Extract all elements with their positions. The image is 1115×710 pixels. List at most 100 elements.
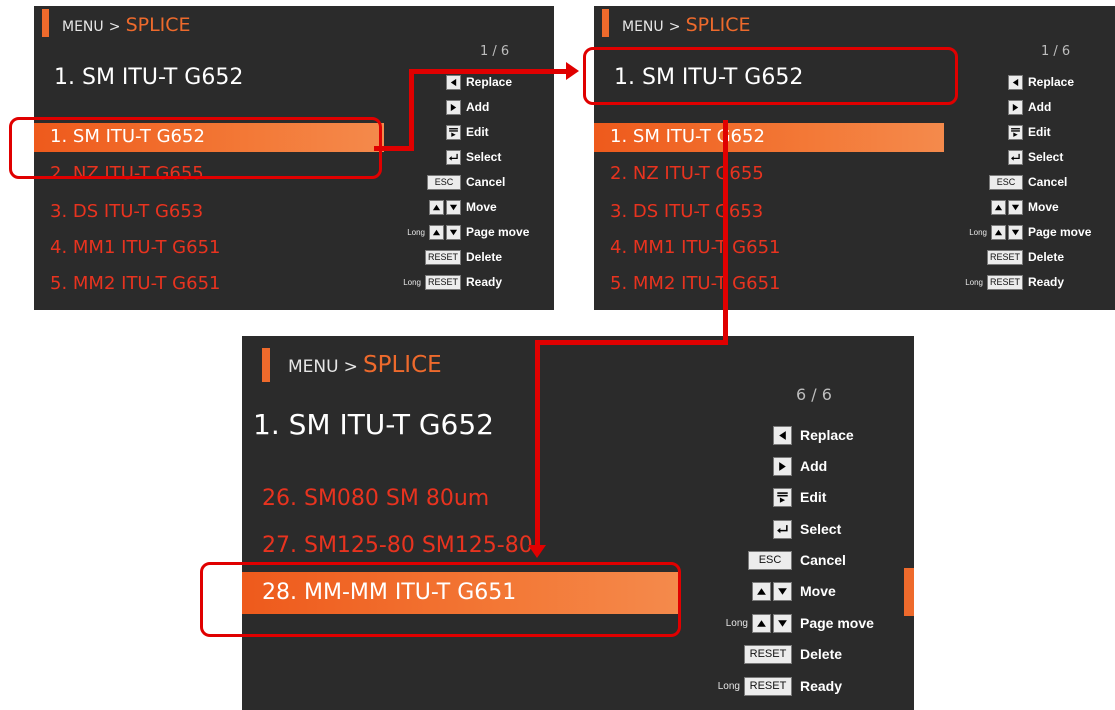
list-item-selected[interactable]: 1. SM ITU-T G652 [610,126,765,147]
help-edit: Edit [800,489,827,505]
current-splice-mode: 1. SM ITU-T G652 [253,408,494,441]
edit-key-icon [773,487,792,507]
page-indicator: 1 / 6 [1041,44,1071,59]
down-arrow-key-icon [1008,199,1023,215]
connector-line [409,69,414,151]
help-cancel: Cancel [800,552,846,568]
reset-key: RESET [987,274,1023,290]
esc-key: ESC [748,550,792,570]
breadcrumb-splice: SPLICE [685,14,751,36]
list-item[interactable]: 3. DS ITU-T G653 [50,201,203,222]
list-item[interactable]: 4. MM1 ITU-T G651 [50,237,220,258]
help-select: Select [800,521,842,537]
connector-line [374,146,414,151]
breadcrumb-menu[interactable]: MENU [288,357,339,377]
screen-splice-list-3: MENU > SPLICE 6 / 6 1. SM ITU-T G652 26.… [242,336,914,710]
arrow-head-icon [566,62,579,80]
breadcrumb-menu[interactable]: MENU [622,19,664,35]
list-item[interactable]: 4. MM1 ITU-T G651 [610,237,780,258]
arrow-head-icon [528,545,546,558]
up-arrow-key-icon [429,224,444,240]
highlight-box-new-selection [200,562,681,637]
down-arrow-key-icon [446,199,461,215]
help-page-move: Page move [800,615,874,631]
left-arrow-key-icon [773,425,792,445]
help-page-move: Page move [1028,225,1092,239]
current-splice-mode: 1. SM ITU-T G652 [54,65,244,90]
key-help-panel: Replace Add Edit Select ESC Cancel Move … [951,72,1115,302]
long-press-label: Long [969,227,987,237]
breadcrumb-menu[interactable]: MENU [62,19,104,35]
highlight-box-selected-item [9,117,382,179]
header-accent-bar [42,9,49,37]
list-item[interactable]: 27. SM125-80 SM125-80 [262,533,533,558]
connector-line [535,340,728,345]
breadcrumb-separator: > [108,19,121,35]
right-arrow-key-icon [773,456,792,476]
help-delete: Delete [466,250,503,264]
help-add: Add [466,100,490,114]
list-item[interactable]: 2. NZ ITU-T G655 [610,163,764,184]
help-add: Add [1028,100,1052,114]
up-arrow-key-icon [429,199,444,215]
help-cancel: Cancel [1028,175,1068,189]
help-select: Select [1028,150,1064,164]
long-press-label: Long [403,277,421,287]
list-item[interactable]: 5. MM2 ITU-T G651 [610,273,780,294]
help-ready: Ready [1028,275,1065,289]
help-page-move: Page move [466,225,530,239]
breadcrumb: MENU > SPLICE [62,14,191,36]
up-arrow-key-icon [752,613,771,633]
header-accent-bar [262,348,270,382]
down-arrow-key-icon [773,613,792,633]
help-cancel: Cancel [466,175,506,189]
enter-key-icon [1008,149,1023,165]
list-item[interactable]: 3. DS ITU-T G653 [610,201,763,222]
breadcrumb: MENU > SPLICE [288,352,442,378]
reset-key: RESET [744,644,792,664]
help-replace: Replace [466,75,513,89]
breadcrumb-splice: SPLICE [363,352,442,378]
help-edit: Edit [466,125,489,139]
left-arrow-key-icon [446,74,461,90]
header-accent-bar [602,9,609,37]
esc-key: ESC [427,174,461,190]
help-add: Add [800,458,828,474]
help-move: Move [1028,200,1059,214]
long-press-label: Long [717,680,740,692]
list-item[interactable]: 26. SM080 SM 80um [262,486,489,511]
connector-line [409,69,567,74]
up-arrow-key-icon [991,224,1006,240]
help-move: Move [466,200,497,214]
reset-key: RESET [425,249,461,265]
help-move: Move [800,583,836,599]
reset-key: RESET [987,249,1023,265]
edit-key-icon [1008,124,1023,140]
connector-line [723,120,728,345]
right-arrow-key-icon [446,99,461,115]
help-ready: Ready [466,275,503,289]
help-select: Select [466,150,502,164]
down-arrow-key-icon [446,224,461,240]
highlight-box-title [583,47,958,105]
help-replace: Replace [1028,75,1075,89]
help-edit: Edit [1028,125,1051,139]
down-arrow-key-icon [773,581,792,601]
enter-key-icon [773,519,792,539]
list-item[interactable]: 5. MM2 ITU-T G651 [50,273,220,294]
long-press-label: Long [725,617,748,629]
enter-key-icon [446,149,461,165]
help-delete: Delete [800,646,843,662]
esc-key: ESC [989,174,1023,190]
page-indicator: 1 / 6 [480,44,510,59]
help-ready: Ready [800,678,843,694]
long-press-label: Long [965,277,983,287]
reset-key: RESET [744,676,792,696]
up-arrow-key-icon [991,199,1006,215]
breadcrumb-separator: > [668,19,681,35]
breadcrumb-separator: > [343,357,358,377]
up-arrow-key-icon [752,581,771,601]
key-help-panel: Replace Add Edit Select ESC Cancel Move … [700,423,914,703]
help-delete: Delete [1028,250,1065,264]
long-press-label: Long [407,227,425,237]
